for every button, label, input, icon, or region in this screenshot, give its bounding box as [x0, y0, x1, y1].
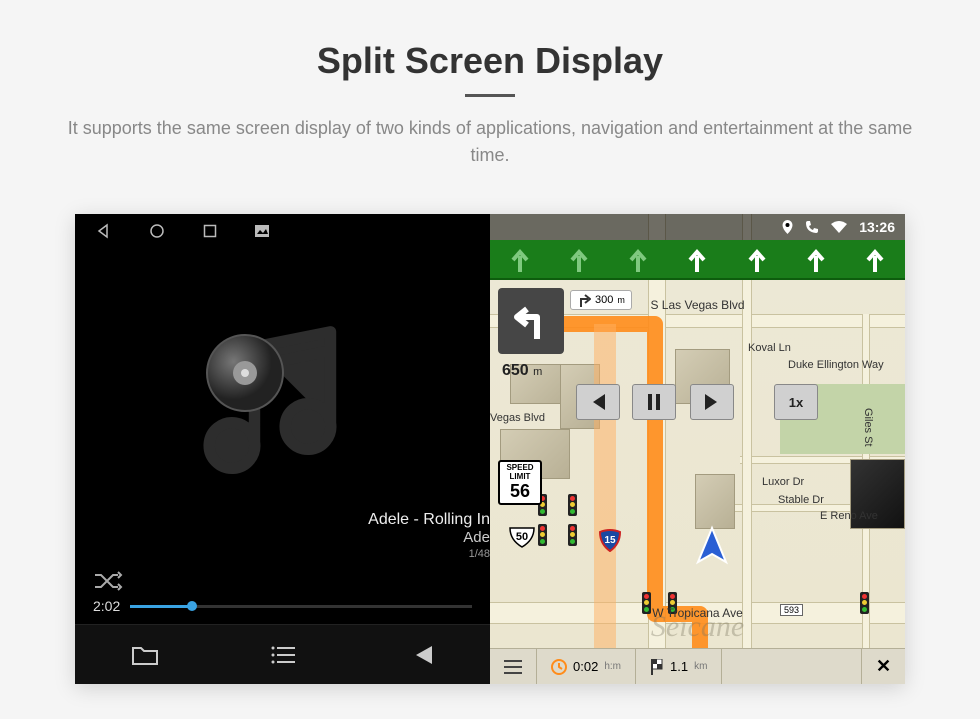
next-turn-dist: 300	[595, 294, 613, 306]
status-bar: 13:26	[490, 214, 905, 240]
street-label: Luxor Dr	[762, 476, 804, 488]
street-label: Stable Dr	[778, 494, 824, 506]
street-label: Giles St	[862, 408, 874, 447]
menu-button[interactable]	[490, 649, 537, 684]
turn-left-icon	[509, 299, 553, 343]
lane-arrow-icon	[747, 246, 767, 272]
page-description: It supports the same screen display of t…	[60, 115, 920, 169]
shuffle-row	[75, 560, 490, 598]
lane-arrow-icon	[865, 246, 885, 272]
svg-text:50: 50	[516, 531, 528, 543]
android-navbar	[75, 214, 490, 248]
map-canvas[interactable]: S Las Vegas Blvd W Tropicana Ave Koval L…	[490, 214, 905, 684]
track-info: Adele - Rolling In Ade 1/48	[368, 511, 490, 560]
elapsed-time: 2:02	[93, 598, 120, 614]
recents-icon[interactable]	[203, 224, 217, 238]
navigation-pane: S Las Vegas Blvd W Tropicana Ave Koval L…	[490, 214, 905, 684]
exit-tag: 593	[780, 604, 803, 616]
lane-arrow-icon	[510, 246, 530, 272]
lane-arrow-icon	[806, 246, 826, 272]
traffic-light-icon	[538, 524, 547, 546]
turn-instruction	[498, 288, 564, 354]
us-shield-icon: 50	[508, 526, 536, 548]
folder-icon[interactable]	[131, 644, 159, 666]
clock-icon	[551, 659, 567, 675]
sim-pause-button[interactable]	[632, 384, 676, 420]
hamburger-icon	[504, 660, 522, 674]
image-icon[interactable]	[255, 225, 269, 237]
dist-unit: km	[694, 661, 707, 672]
track-count: 1/48	[368, 548, 490, 560]
shuffle-icon[interactable]	[93, 570, 123, 592]
lane-arrow-icon	[569, 246, 589, 272]
sim-speed-button[interactable]: 1x	[774, 384, 818, 420]
album-art-area: Adele - Rolling In Ade 1/48	[75, 248, 490, 560]
title-underline	[465, 94, 515, 97]
lane-guidance	[490, 240, 905, 280]
speed-limit-label: SPEED LIMIT	[500, 464, 540, 482]
turn-distance-unit: m	[533, 366, 542, 378]
clock-time: 13:26	[859, 219, 895, 235]
svg-text:15: 15	[604, 535, 616, 546]
music-pane: Adele - Rolling In Ade 1/48 2:02	[75, 214, 490, 684]
turn-right-icon	[577, 293, 591, 307]
vehicle-cursor-icon	[690, 524, 734, 568]
next-turn-unit: m	[617, 295, 625, 305]
nav-bottom-bar: 0:02 h:m 1.1 km ✕	[490, 648, 905, 684]
lane-arrow-icon	[628, 246, 648, 272]
prev-track-icon[interactable]	[410, 644, 434, 666]
next-turn-hint: 300 m	[570, 290, 632, 310]
turn-distance: 650 m	[502, 362, 542, 380]
sim-speed-label: 1x	[789, 395, 803, 410]
lane-arrow-icon	[687, 246, 707, 272]
progress-row: 2:02	[75, 598, 490, 624]
player-bottom-bar	[75, 624, 490, 684]
eta-item[interactable]: 0:02 h:m	[537, 649, 636, 684]
street-label: Vegas Blvd	[490, 412, 545, 424]
turn-distance-value: 650	[502, 362, 529, 379]
device-screenshot: Adele - Rolling In Ade 1/48 2:02	[75, 214, 905, 684]
flag-icon	[650, 659, 664, 675]
traffic-light-icon	[568, 524, 577, 546]
close-icon: ✕	[876, 656, 891, 677]
street-label: E Reno Ave	[820, 510, 878, 522]
street-label: Koval Ln	[748, 342, 791, 354]
home-icon[interactable]	[149, 223, 165, 239]
speed-limit-sign: SPEED LIMIT 56	[498, 460, 542, 505]
record-disc-icon	[205, 333, 285, 413]
wifi-icon	[831, 221, 847, 233]
back-icon[interactable]	[95, 223, 111, 239]
page-header: Split Screen Display It supports the sam…	[0, 0, 980, 189]
track-artist: Ade	[368, 529, 490, 546]
street-label: Duke Ellington Way	[788, 359, 884, 371]
street-label-bottom: W Tropicana Ave	[490, 606, 905, 620]
seek-bar[interactable]	[130, 605, 472, 608]
eta-value: 0:02	[573, 659, 598, 674]
eta-unit: h:m	[604, 661, 621, 672]
close-button[interactable]: ✕	[861, 649, 905, 684]
phone-icon	[805, 220, 819, 234]
traffic-light-icon	[568, 494, 577, 516]
list-icon[interactable]	[271, 645, 297, 665]
track-title: Adele - Rolling In	[368, 511, 490, 529]
sim-prev-button[interactable]	[576, 384, 620, 420]
interstate-shield-icon: 15	[598, 528, 622, 552]
page-title: Split Screen Display	[60, 40, 920, 82]
location-icon	[782, 220, 793, 234]
speed-limit-value: 56	[500, 482, 540, 502]
dist-value: 1.1	[670, 659, 688, 674]
remaining-dist-item[interactable]: 1.1 km	[636, 649, 722, 684]
sim-next-button[interactable]	[690, 384, 734, 420]
